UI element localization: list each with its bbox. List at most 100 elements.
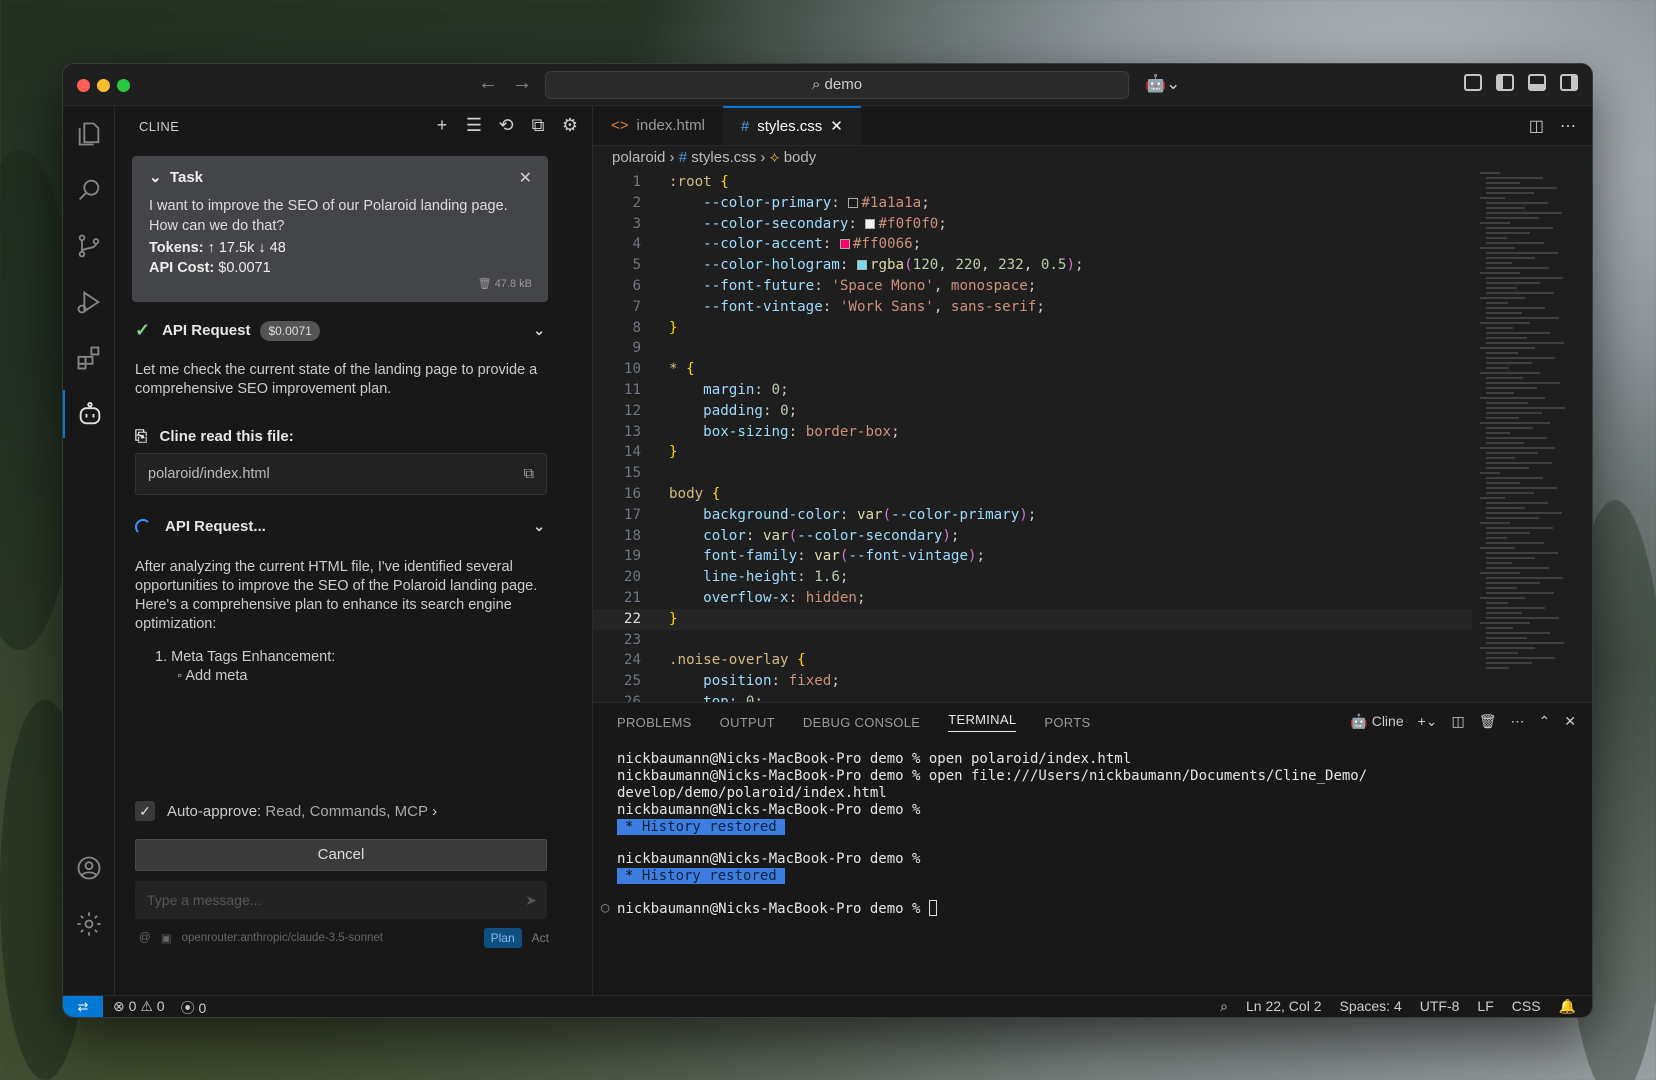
plan-mode-toggle[interactable]: Plan bbox=[483, 928, 522, 948]
encoding[interactable]: UTF-8 bbox=[1420, 998, 1460, 1015]
minimap-line bbox=[1486, 317, 1559, 319]
minimap-line bbox=[1486, 302, 1508, 304]
new-terminal-icon[interactable]: +⌄ bbox=[1418, 713, 1438, 730]
maximize-window-button[interactable] bbox=[117, 79, 130, 92]
send-icon[interactable]: ➤ bbox=[525, 881, 537, 919]
line-number: 13 bbox=[623, 423, 641, 440]
tab-debug-console[interactable]: DEBUG CONSOLE bbox=[803, 715, 920, 730]
customize-layout-icon[interactable] bbox=[1464, 74, 1482, 91]
terminal-selector[interactable]: 🤖 Cline bbox=[1350, 713, 1403, 730]
end-of-line[interactable]: LF bbox=[1477, 998, 1493, 1015]
chevron-down-icon[interactable]: ⌄ bbox=[533, 518, 545, 535]
problems-status[interactable]: ⊗ 0 ⚠ 0 bbox=[113, 998, 165, 1017]
minimap-line bbox=[1486, 327, 1513, 329]
open-in-editor-icon[interactable]: ⧉ bbox=[528, 115, 548, 135]
tab-ports[interactable]: PORTS bbox=[1044, 715, 1090, 730]
api-request-label: API Request bbox=[162, 322, 251, 339]
toggle-panel-icon[interactable] bbox=[1528, 74, 1546, 91]
color-swatch[interactable] bbox=[839, 239, 850, 250]
cursor-position[interactable]: Ln 22, Col 2 bbox=[1246, 998, 1322, 1015]
back-arrow-icon[interactable]: ← bbox=[478, 72, 512, 94]
file-path: polaroid/index.html bbox=[148, 466, 270, 482]
image-icon[interactable]: ▣ bbox=[161, 931, 172, 945]
search-label: demo bbox=[824, 76, 863, 93]
breadcrumb-symbol[interactable]: body bbox=[784, 149, 817, 166]
extensions-icon[interactable] bbox=[63, 334, 115, 382]
bell-icon[interactable]: 🔔 bbox=[1559, 998, 1576, 1015]
history-icon[interactable]: ⟲ bbox=[496, 115, 516, 135]
forward-arrow-icon[interactable]: → bbox=[512, 72, 546, 94]
settings-gear-icon[interactable]: ⚙ bbox=[560, 115, 580, 135]
split-editor-icon[interactable]: ◫ bbox=[1529, 116, 1544, 136]
close-window-button[interactable] bbox=[77, 79, 90, 92]
explorer-icon[interactable] bbox=[63, 110, 115, 158]
auto-approve-checkbox[interactable]: ✓ bbox=[135, 801, 155, 821]
api-request-row[interactable]: ✓ API Request $0.0071 ⌄ bbox=[135, 320, 551, 341]
minimap[interactable] bbox=[1480, 172, 1576, 702]
copilot-icon[interactable]: 🤖⌄ bbox=[1145, 74, 1180, 94]
mcp-servers-icon[interactable]: ☰ bbox=[464, 115, 484, 135]
kill-terminal-trash-icon[interactable]: 🗑 bbox=[1479, 713, 1497, 730]
more-actions-icon[interactable]: ⋯ bbox=[1560, 116, 1576, 136]
code-line: 14} bbox=[593, 442, 1472, 463]
tab-output[interactable]: OUTPUT bbox=[720, 715, 775, 730]
account-icon[interactable] bbox=[63, 844, 115, 892]
plus-icon[interactable]: + bbox=[432, 115, 452, 135]
manage-gear-icon[interactable] bbox=[63, 900, 115, 948]
minimize-window-button[interactable] bbox=[97, 79, 110, 92]
run-debug-icon[interactable] bbox=[63, 278, 115, 326]
cline-icon[interactable] bbox=[63, 390, 115, 438]
indentation[interactable]: Spaces: 4 bbox=[1339, 998, 1401, 1015]
close-icon[interactable]: ✕ bbox=[830, 108, 843, 146]
auto-approve-row[interactable]: ✓ Auto-approve: Read, Commands, MCP › bbox=[135, 801, 437, 821]
more-actions-icon[interactable]: ⋯ bbox=[1511, 713, 1525, 730]
ports-status[interactable]: ⦿ 0 bbox=[181, 998, 207, 1017]
command-center-search[interactable]: ⌕ demo bbox=[545, 71, 1129, 99]
file-link[interactable]: polaroid/index.html ⧉ bbox=[135, 453, 547, 495]
message-input[interactable]: Type a message... ➤ bbox=[135, 881, 547, 919]
at-mention-icon[interactable]: @ bbox=[139, 932, 151, 944]
act-mode-toggle[interactable]: Act bbox=[532, 931, 549, 945]
zoom-icon[interactable]: ⌕ bbox=[1220, 998, 1228, 1015]
cancel-button[interactable]: Cancel bbox=[135, 839, 547, 871]
external-link-icon[interactable]: ⧉ bbox=[524, 454, 534, 494]
minimap-line bbox=[1486, 377, 1523, 379]
ports-count: 0 bbox=[198, 1000, 207, 1016]
close-icon[interactable]: ✕ bbox=[519, 168, 532, 188]
minimap-line bbox=[1480, 522, 1510, 524]
chevron-down-icon[interactable]: ⌄ bbox=[533, 322, 545, 339]
tab-styles-css[interactable]: # styles.css ✕ bbox=[722, 106, 861, 146]
toggle-primary-sidebar-icon[interactable] bbox=[1496, 74, 1514, 91]
minimap-line bbox=[1486, 462, 1552, 464]
task-size[interactable]: 🗑 47.8 kB bbox=[478, 277, 532, 290]
code-line: 8} bbox=[593, 318, 1472, 339]
line-number: 4 bbox=[632, 236, 641, 253]
api-request-row-pending[interactable]: API Request... ⌄ bbox=[135, 518, 551, 535]
color-swatch[interactable] bbox=[865, 218, 876, 229]
search-icon[interactable] bbox=[63, 166, 115, 214]
minimap-line bbox=[1480, 272, 1520, 274]
task-header[interactable]: ⌄ Task bbox=[149, 168, 531, 186]
terminal-output[interactable]: nickbaumann@Nicks-MacBook-Pro demo % ope… bbox=[601, 751, 1572, 918]
breadcrumb-file[interactable]: styles.css bbox=[691, 149, 756, 166]
color-swatch[interactable] bbox=[856, 260, 867, 271]
color-swatch[interactable] bbox=[848, 197, 859, 208]
maximize-panel-chevron-up-icon[interactable]: ⌃ bbox=[1539, 713, 1551, 730]
breadcrumb-folder[interactable]: polaroid bbox=[612, 149, 665, 166]
split-terminal-icon[interactable]: ◫ bbox=[1452, 713, 1465, 730]
minimap-line bbox=[1486, 382, 1560, 384]
tab-problems[interactable]: PROBLEMS bbox=[617, 715, 692, 730]
toggle-secondary-sidebar-icon[interactable] bbox=[1560, 74, 1578, 91]
model-selector[interactable]: openrouter:anthropic/claude-3.5-sonnet bbox=[182, 932, 383, 944]
tab-terminal[interactable]: TERMINAL bbox=[948, 712, 1017, 732]
terminal-name: Cline bbox=[1371, 713, 1404, 729]
code-line: 12 padding: 0; bbox=[593, 401, 1472, 422]
close-panel-icon[interactable]: ✕ bbox=[1564, 713, 1576, 730]
tab-index-html[interactable]: <> index.html bbox=[593, 106, 723, 145]
source-control-icon[interactable] bbox=[63, 222, 115, 270]
code-editor[interactable]: 1:root { 2 --color-primary: #1a1a1a; 3 -… bbox=[593, 172, 1472, 702]
remote-indicator-icon[interactable]: ⇄ bbox=[63, 996, 103, 1017]
language-mode[interactable]: CSS bbox=[1512, 998, 1541, 1015]
minimap-line bbox=[1486, 207, 1525, 209]
minimap-line bbox=[1486, 667, 1509, 669]
